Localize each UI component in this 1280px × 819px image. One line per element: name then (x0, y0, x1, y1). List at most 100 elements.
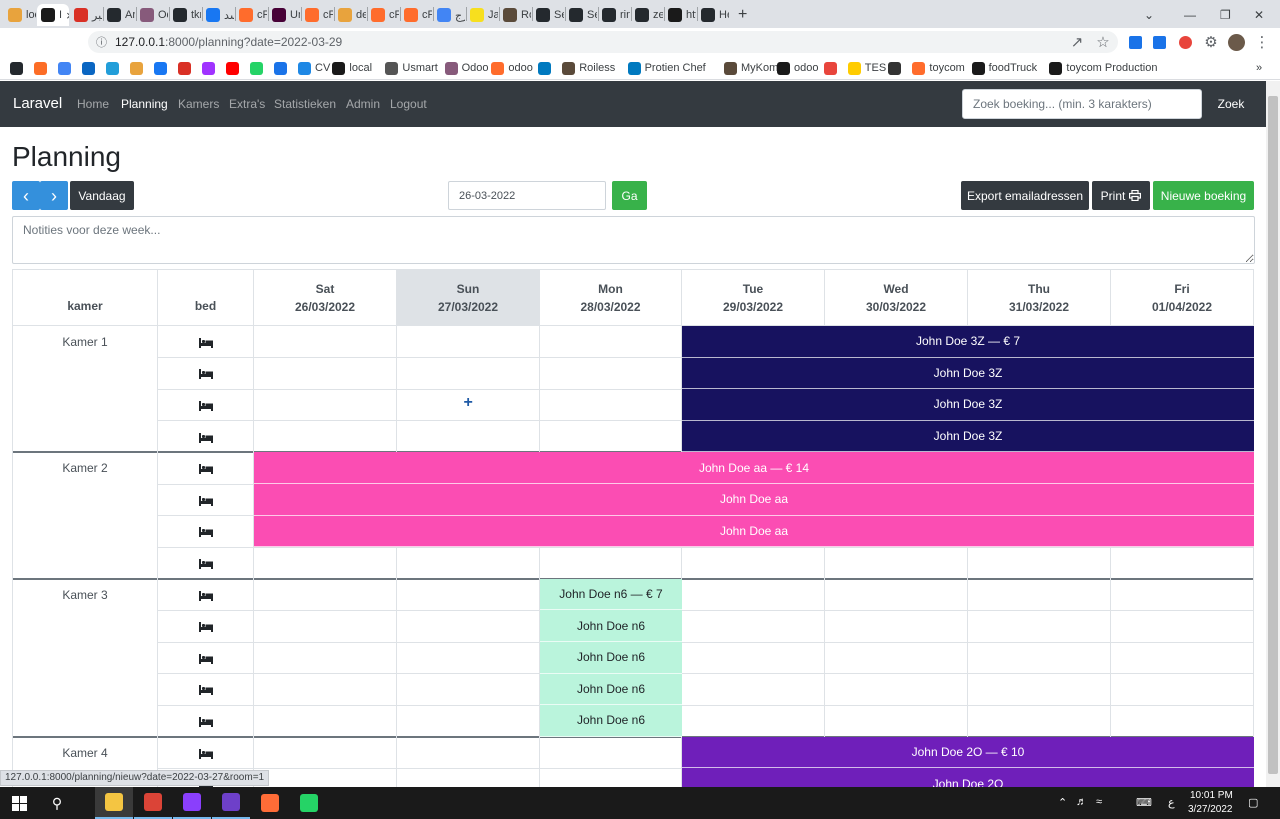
browser-tab[interactable]: Her (697, 4, 729, 26)
day-cell[interactable] (825, 705, 968, 737)
bookmark-item[interactable] (130, 59, 143, 77)
booking-bar[interactable]: John Doe 3Z (682, 420, 1254, 453)
day-cell[interactable] (397, 358, 540, 390)
nav-planning[interactable]: Planning (121, 97, 168, 111)
profile-avatar[interactable] (1225, 31, 1247, 53)
day-cell[interactable] (397, 547, 540, 579)
booking-bar[interactable]: John Doe n6 (540, 610, 682, 642)
export-emails-button[interactable]: Export emailadressen (961, 181, 1089, 210)
bookmark-item[interactable]: toycom Production (1049, 59, 1158, 77)
minimize-icon[interactable]: — (1180, 4, 1200, 26)
browser-tab[interactable]: Sea (532, 4, 564, 26)
day-cell[interactable] (254, 421, 397, 453)
bookmark-item[interactable]: Protien Chef (627, 59, 706, 77)
bookmark-item[interactable]: odoo (777, 59, 818, 77)
browser-tab[interactable]: Una (268, 4, 300, 26)
day-cell[interactable] (254, 610, 397, 642)
day-cell[interactable] (968, 642, 1111, 674)
nav-home[interactable]: Home (77, 97, 109, 111)
taskbar-app-github-desktop[interactable] (212, 787, 250, 819)
booking-bar[interactable]: John Doe 2O — € 10 (682, 736, 1254, 769)
day-cell[interactable] (397, 326, 540, 358)
booking-bar[interactable]: John Doe aa — € 14 (254, 452, 1254, 484)
day-cell[interactable] (968, 610, 1111, 642)
day-cell[interactable] (825, 642, 968, 674)
day-cell[interactable] (1111, 579, 1254, 611)
bookmark-item[interactable] (538, 59, 552, 77)
day-cell[interactable] (682, 642, 825, 674)
browser-tab[interactable]: Sea (565, 4, 597, 26)
day-cell[interactable] (397, 705, 540, 737)
nav-logout[interactable]: Logout (390, 97, 427, 111)
bookmark-item[interactable] (58, 59, 71, 77)
bookmark-item[interactable]: MyKom (724, 59, 778, 77)
brand-logo[interactable]: Laravel (13, 95, 62, 112)
day-cell[interactable] (825, 547, 968, 579)
browser-tab[interactable]: dev (334, 4, 366, 26)
bookmark-item[interactable] (154, 59, 167, 77)
bookmark-item[interactable]: TES (847, 59, 886, 77)
browser-tab[interactable]: ترج (433, 4, 465, 26)
day-cell[interactable] (397, 642, 540, 674)
nav-extras[interactable]: Extra's (229, 97, 265, 111)
day-cell[interactable] (540, 547, 682, 579)
add-booking-icon[interactable]: + (464, 394, 473, 412)
nav-admin[interactable]: Admin (346, 97, 380, 111)
browser-tab[interactable]: cPa (235, 4, 267, 26)
browser-menu-icon[interactable]: ⋮ (1251, 31, 1273, 53)
today-button[interactable]: Vandaag (70, 181, 134, 210)
browser-tab[interactable]: Roi (499, 4, 531, 26)
next-week-button[interactable]: › (40, 181, 68, 210)
day-cell[interactable] (968, 705, 1111, 737)
date-input[interactable] (448, 181, 606, 210)
day-cell[interactable] (1111, 705, 1254, 737)
day-cell[interactable] (682, 579, 825, 611)
notifications-icon[interactable]: ▢ (1248, 796, 1258, 809)
keyboard-icon[interactable]: ⌨ (1136, 796, 1152, 809)
day-cell[interactable] (254, 326, 397, 358)
info-icon[interactable]: ⓘ (96, 34, 107, 50)
new-tab-button[interactable]: + (734, 4, 751, 26)
scrollbar-thumb[interactable] (1268, 96, 1278, 774)
bookmark-item[interactable]: Roiless (562, 59, 615, 77)
bookmark-star-icon[interactable]: ☆ (1092, 31, 1114, 53)
day-cell[interactable] (254, 389, 397, 421)
week-notes-textarea[interactable] (12, 216, 1255, 264)
nav-statistieken[interactable]: Statistieken (274, 97, 336, 111)
bookmark-item[interactable] (823, 59, 837, 77)
day-cell[interactable] (968, 579, 1111, 611)
extension-icon[interactable] (1148, 31, 1170, 53)
search-booking-input[interactable] (962, 89, 1202, 119)
room-name[interactable]: Kamer 1 (12, 335, 158, 349)
bookmark-item[interactable]: foodTruck (971, 59, 1037, 77)
day-cell[interactable] (540, 737, 682, 769)
new-booking-button[interactable]: Nieuwe boeking (1153, 181, 1254, 210)
bookmark-item[interactable] (82, 59, 95, 77)
day-cell[interactable] (540, 389, 682, 421)
day-cell[interactable] (825, 610, 968, 642)
day-cell[interactable] (682, 610, 825, 642)
browser-tab[interactable]: البر (70, 4, 102, 26)
taskbar-app-file-explorer[interactable] (95, 787, 133, 819)
day-cell[interactable] (254, 768, 397, 787)
day-cell[interactable] (254, 642, 397, 674)
bookmark-item[interactable] (202, 59, 215, 77)
bookmark-item[interactable]: CV (298, 59, 330, 77)
extension-icon[interactable] (1174, 31, 1196, 53)
booking-bar[interactable]: John Doe n6 (540, 642, 682, 674)
extension-icon[interactable] (1124, 31, 1146, 53)
booking-bar[interactable]: John Doe aa (254, 484, 1254, 516)
clock-date[interactable]: 3/27/2022 (1188, 804, 1233, 815)
day-cell[interactable] (397, 579, 540, 611)
taskbar-app-chrome[interactable] (134, 787, 172, 819)
browser-tab[interactable]: rinv (598, 4, 630, 26)
browser-tab[interactable]: تسد (202, 4, 234, 26)
room-name[interactable]: Kamer 3 (12, 588, 158, 602)
browser-tab[interactable]: cPa (301, 4, 333, 26)
day-cell[interactable] (1111, 642, 1254, 674)
taskbar-app-phpstorm[interactable] (173, 787, 211, 819)
day-cell[interactable] (968, 674, 1111, 706)
bookmarks-more-icon[interactable]: » (1256, 59, 1262, 77)
booking-bar[interactable]: John Doe 3Z (682, 389, 1254, 421)
bookmark-item[interactable] (250, 59, 263, 77)
